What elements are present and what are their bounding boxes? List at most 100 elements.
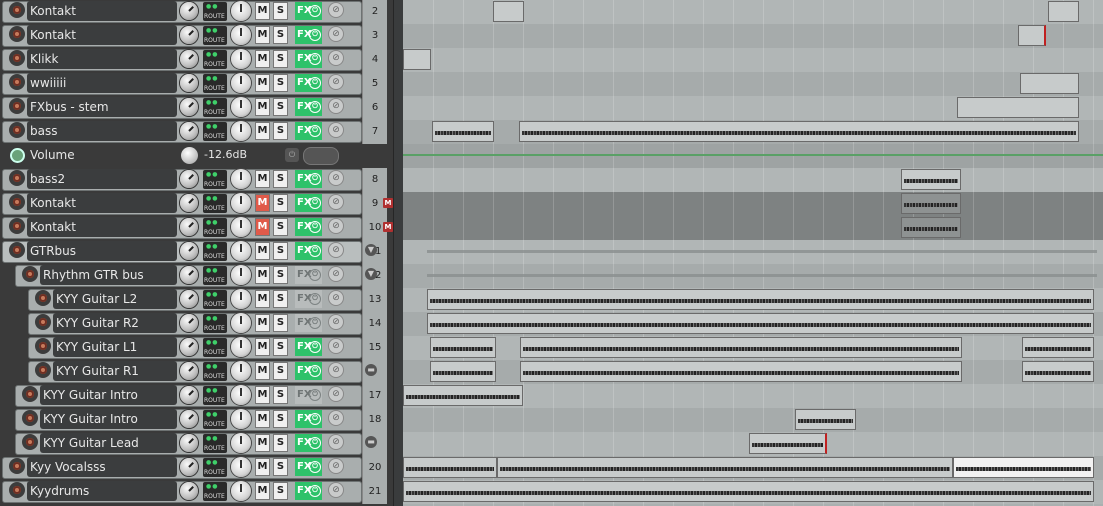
route-button[interactable]: ●● ROUTE [203, 362, 227, 381]
record-arm-icon[interactable] [9, 74, 25, 90]
pan-knob[interactable] [231, 289, 251, 309]
envelope-icon[interactable]: ⊘ [328, 2, 344, 18]
fx-button[interactable]: FX ⏻ [295, 194, 322, 212]
record-arm-icon[interactable] [9, 122, 25, 138]
media-item[interactable] [430, 361, 496, 382]
mute-button[interactable]: M [255, 482, 270, 500]
folder-collapse-icon[interactable]: ▼ [365, 268, 377, 280]
mute-button[interactable]: M [255, 74, 270, 92]
mute-button[interactable]: M [255, 170, 270, 188]
envelope-icon[interactable]: ⊘ [328, 26, 344, 42]
envelope-icon[interactable]: ⊘ [328, 362, 344, 378]
volume-knob[interactable] [180, 266, 198, 284]
volume-knob[interactable] [180, 338, 198, 356]
track-row[interactable]: wwiiiii ●● ROUTE M S FX ⏻ ⊘ 5 [0, 72, 393, 96]
track-row[interactable]: Kontakt ●● ROUTE M S FX ⏻ ⊘ 2 [0, 0, 393, 24]
envelope-icon[interactable]: ⊘ [328, 122, 344, 138]
media-item[interactable] [1018, 25, 1046, 46]
envelope-icon[interactable]: ⊘ [328, 98, 344, 114]
fx-button[interactable]: FX ⏻ [295, 362, 322, 380]
track-row[interactable]: Kyydrums ●● ROUTE M S FX ⏻ ⊘ 21 [0, 480, 393, 504]
track-name[interactable]: KYY Guitar L2 [56, 292, 137, 306]
route-button[interactable]: ●● ROUTE [203, 74, 227, 93]
route-button[interactable]: ●● ROUTE [203, 314, 227, 333]
record-arm-icon[interactable] [22, 386, 38, 402]
track-name[interactable]: Kontakt [30, 196, 76, 210]
pan-knob[interactable] [231, 457, 251, 477]
pan-knob[interactable] [231, 385, 251, 405]
media-item[interactable] [1022, 361, 1094, 382]
envelope-icon[interactable]: ⊘ [328, 386, 344, 402]
solo-button[interactable]: S [273, 122, 288, 140]
route-button[interactable]: ●● ROUTE [203, 482, 227, 501]
fx-button[interactable]: FX ⏻ [295, 98, 322, 116]
pan-knob[interactable] [231, 1, 251, 21]
route-button[interactable]: ●● ROUTE [203, 218, 227, 237]
route-button[interactable]: ●● ROUTE [203, 290, 227, 309]
media-item[interactable] [493, 1, 524, 22]
route-button[interactable]: ●● ROUTE [203, 410, 227, 429]
solo-button[interactable]: S [273, 26, 288, 44]
route-button[interactable]: ●● ROUTE [203, 266, 227, 285]
arrange-view[interactable] [403, 0, 1103, 506]
track-row[interactable]: KYY Guitar L1 ●● ROUTE M S FX ⏻ ⊘ 15 [0, 336, 393, 360]
fx-button[interactable]: FX ⏻ [295, 338, 322, 356]
folder-collapse-icon[interactable]: ▼ [365, 244, 377, 256]
fx-button[interactable]: FX ⏻ [295, 74, 322, 92]
track-name[interactable]: FXbus - stem [30, 100, 109, 114]
track-name[interactable]: Kyydrums [30, 484, 89, 498]
fx-button[interactable]: FX ⏻ [295, 290, 322, 308]
track-row[interactable]: KYY Guitar R2 ●● ROUTE M S FX ⏻ ⊘ 14 [0, 312, 393, 336]
track-name[interactable]: KYY Guitar R2 [56, 316, 139, 330]
mute-button[interactable]: M [255, 98, 270, 116]
track-name[interactable]: wwiiiii [30, 76, 66, 90]
media-item[interactable] [1048, 1, 1079, 22]
solo-button[interactable]: S [273, 314, 288, 332]
media-item[interactable] [1022, 337, 1094, 358]
envelope-icon[interactable]: ⊘ [328, 410, 344, 426]
record-arm-icon[interactable] [35, 290, 51, 306]
media-item[interactable] [749, 433, 827, 454]
track-name[interactable]: KYY Guitar Lead [43, 436, 139, 450]
record-arm-icon[interactable] [9, 170, 25, 186]
track-row[interactable]: KYY Guitar Intro ●● ROUTE M S FX ⏻ ⊘ 18 [0, 408, 393, 432]
track-row[interactable]: GTRbus ●●ROUTE M S FX⏻ ⊘ 11 ▼ [0, 240, 393, 264]
envelope-mode-dropdown[interactable] [303, 147, 339, 165]
media-item[interactable] [795, 409, 856, 430]
record-arm-icon[interactable] [9, 26, 25, 42]
volume-knob[interactable] [180, 314, 198, 332]
track-row[interactable]: Rhythm GTR bus ●●ROUTE M S FX⏻ ⊘ 12 ▼ [0, 264, 393, 288]
mute-button[interactable]: M [255, 410, 270, 428]
volume-knob[interactable] [180, 74, 198, 92]
volume-knob[interactable] [180, 482, 198, 500]
record-arm-icon[interactable] [9, 194, 25, 210]
mute-button[interactable]: M [255, 434, 270, 452]
solo-button[interactable]: S [273, 194, 288, 212]
record-arm-icon[interactable] [9, 458, 25, 474]
pan-knob[interactable] [231, 121, 251, 141]
route-button[interactable]: ●● ROUTE [203, 2, 227, 21]
volume-knob[interactable] [180, 218, 198, 236]
fx-button[interactable]: FX ⏻ [295, 434, 322, 452]
volume-knob[interactable] [180, 170, 198, 188]
pan-knob[interactable] [231, 217, 251, 237]
envelope-icon[interactable]: ⊘ [328, 266, 344, 282]
record-arm-icon[interactable] [9, 218, 25, 234]
volume-knob[interactable] [180, 386, 198, 404]
track-name[interactable]: Kontakt [30, 220, 76, 234]
fx-button[interactable]: FX ⏻ [295, 2, 322, 20]
volume-knob[interactable] [180, 410, 198, 428]
track-row[interactable]: KYY Guitar Intro ●● ROUTE M S FX ⏻ ⊘ 17 [0, 384, 393, 408]
solo-button[interactable]: S [273, 74, 288, 92]
mute-button[interactable]: M [255, 26, 270, 44]
media-item[interactable] [901, 169, 961, 190]
solo-button[interactable]: S [273, 218, 288, 236]
envelope-bypass-icon[interactable]: ⏻ [285, 148, 299, 162]
record-arm-icon[interactable] [22, 410, 38, 426]
pan-knob[interactable] [231, 409, 251, 429]
mute-button[interactable]: M [255, 290, 270, 308]
media-item[interactable] [403, 481, 1094, 502]
pan-knob[interactable] [231, 97, 251, 117]
track-row[interactable]: FXbus - stem ●● ROUTE M S FX ⏻ ⊘ 6 [0, 96, 393, 120]
pan-knob[interactable] [231, 313, 251, 333]
